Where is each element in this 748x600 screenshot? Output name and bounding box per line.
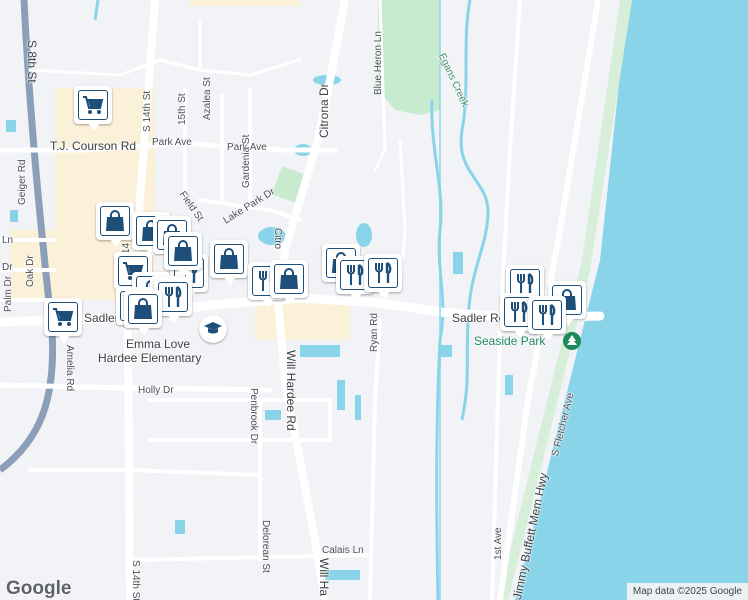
shopping-bag-icon (100, 206, 130, 236)
poi-pin-cart[interactable] (74, 86, 112, 131)
restaurant-icon (368, 258, 398, 288)
graduation-cap-icon (204, 322, 222, 334)
tree-icon (563, 332, 581, 350)
park-label: Seaside Park (474, 334, 546, 348)
shopping-bag-icon (214, 244, 244, 274)
shopping-bag-icon (274, 264, 304, 294)
street-label: Amelia Rd (64, 345, 75, 392)
street-label: S 8th St (25, 40, 39, 83)
street-label: Azalea St (202, 77, 213, 120)
street-label: 1st Ave (493, 527, 504, 560)
street-label: Will Ha (317, 558, 331, 596)
street-label: Will Hardee Rd (284, 350, 298, 431)
poi-pin-fork[interactable] (528, 296, 566, 341)
street-label: Calais Ln (322, 545, 364, 556)
restaurant-icon (158, 282, 188, 312)
street-label: 15th St (177, 93, 188, 125)
shopping-cart-icon (78, 90, 108, 120)
school-label: Emma Love (126, 337, 191, 351)
restaurant-icon (532, 300, 562, 330)
map-canvas[interactable]: S 8th St S 14th St 14 S 14th St 15th St … (0, 0, 748, 600)
google-logo: Google (6, 578, 72, 599)
street-label: Geiger Rd (17, 159, 28, 205)
street-label: S 14th St (142, 90, 153, 132)
poi-pin-fork[interactable] (364, 254, 402, 299)
shopping-bag-icon (168, 236, 198, 266)
park-marker[interactable] (562, 331, 582, 353)
street-label: Oak Dr (25, 255, 36, 287)
street-label: Citro (272, 228, 283, 250)
poi-pin-cart[interactable] (44, 298, 82, 343)
street-label: Park Ave (152, 137, 192, 148)
street-label: Delorean St (260, 520, 271, 573)
shopping-cart-icon (48, 302, 78, 332)
street-label: Palm Dr (3, 275, 14, 312)
poi-pin-bag[interactable] (96, 202, 134, 247)
street-label: Sadler Ro (452, 311, 506, 325)
street-label: S 14th St (130, 560, 141, 600)
poi-pin-bag[interactable] (270, 260, 308, 305)
street-label: Ryan Rd (369, 313, 380, 352)
poi-pin-bag[interactable] (164, 232, 202, 277)
street-label: Gardenia St (241, 134, 252, 188)
school-label: Hardee Elementary (98, 351, 202, 365)
street-label: Holly Dr (138, 385, 174, 396)
street-label: Citrona Dr (317, 83, 331, 138)
poi-pin-bag[interactable] (210, 240, 248, 285)
green-area (378, 0, 440, 115)
street-label: T.J. Courson Rd (50, 139, 137, 153)
street-label: Ln (2, 235, 14, 246)
shopping-bag-icon (128, 294, 158, 324)
street-label: Dr (2, 262, 13, 273)
poi-pin-bag[interactable] (124, 290, 162, 335)
school-marker[interactable] (199, 315, 227, 343)
street-label: Penbrook Dr (248, 388, 259, 445)
street-label: Blue Heron Ln (373, 31, 384, 95)
map-attribution[interactable]: Map data ©2025 Google (626, 583, 748, 600)
